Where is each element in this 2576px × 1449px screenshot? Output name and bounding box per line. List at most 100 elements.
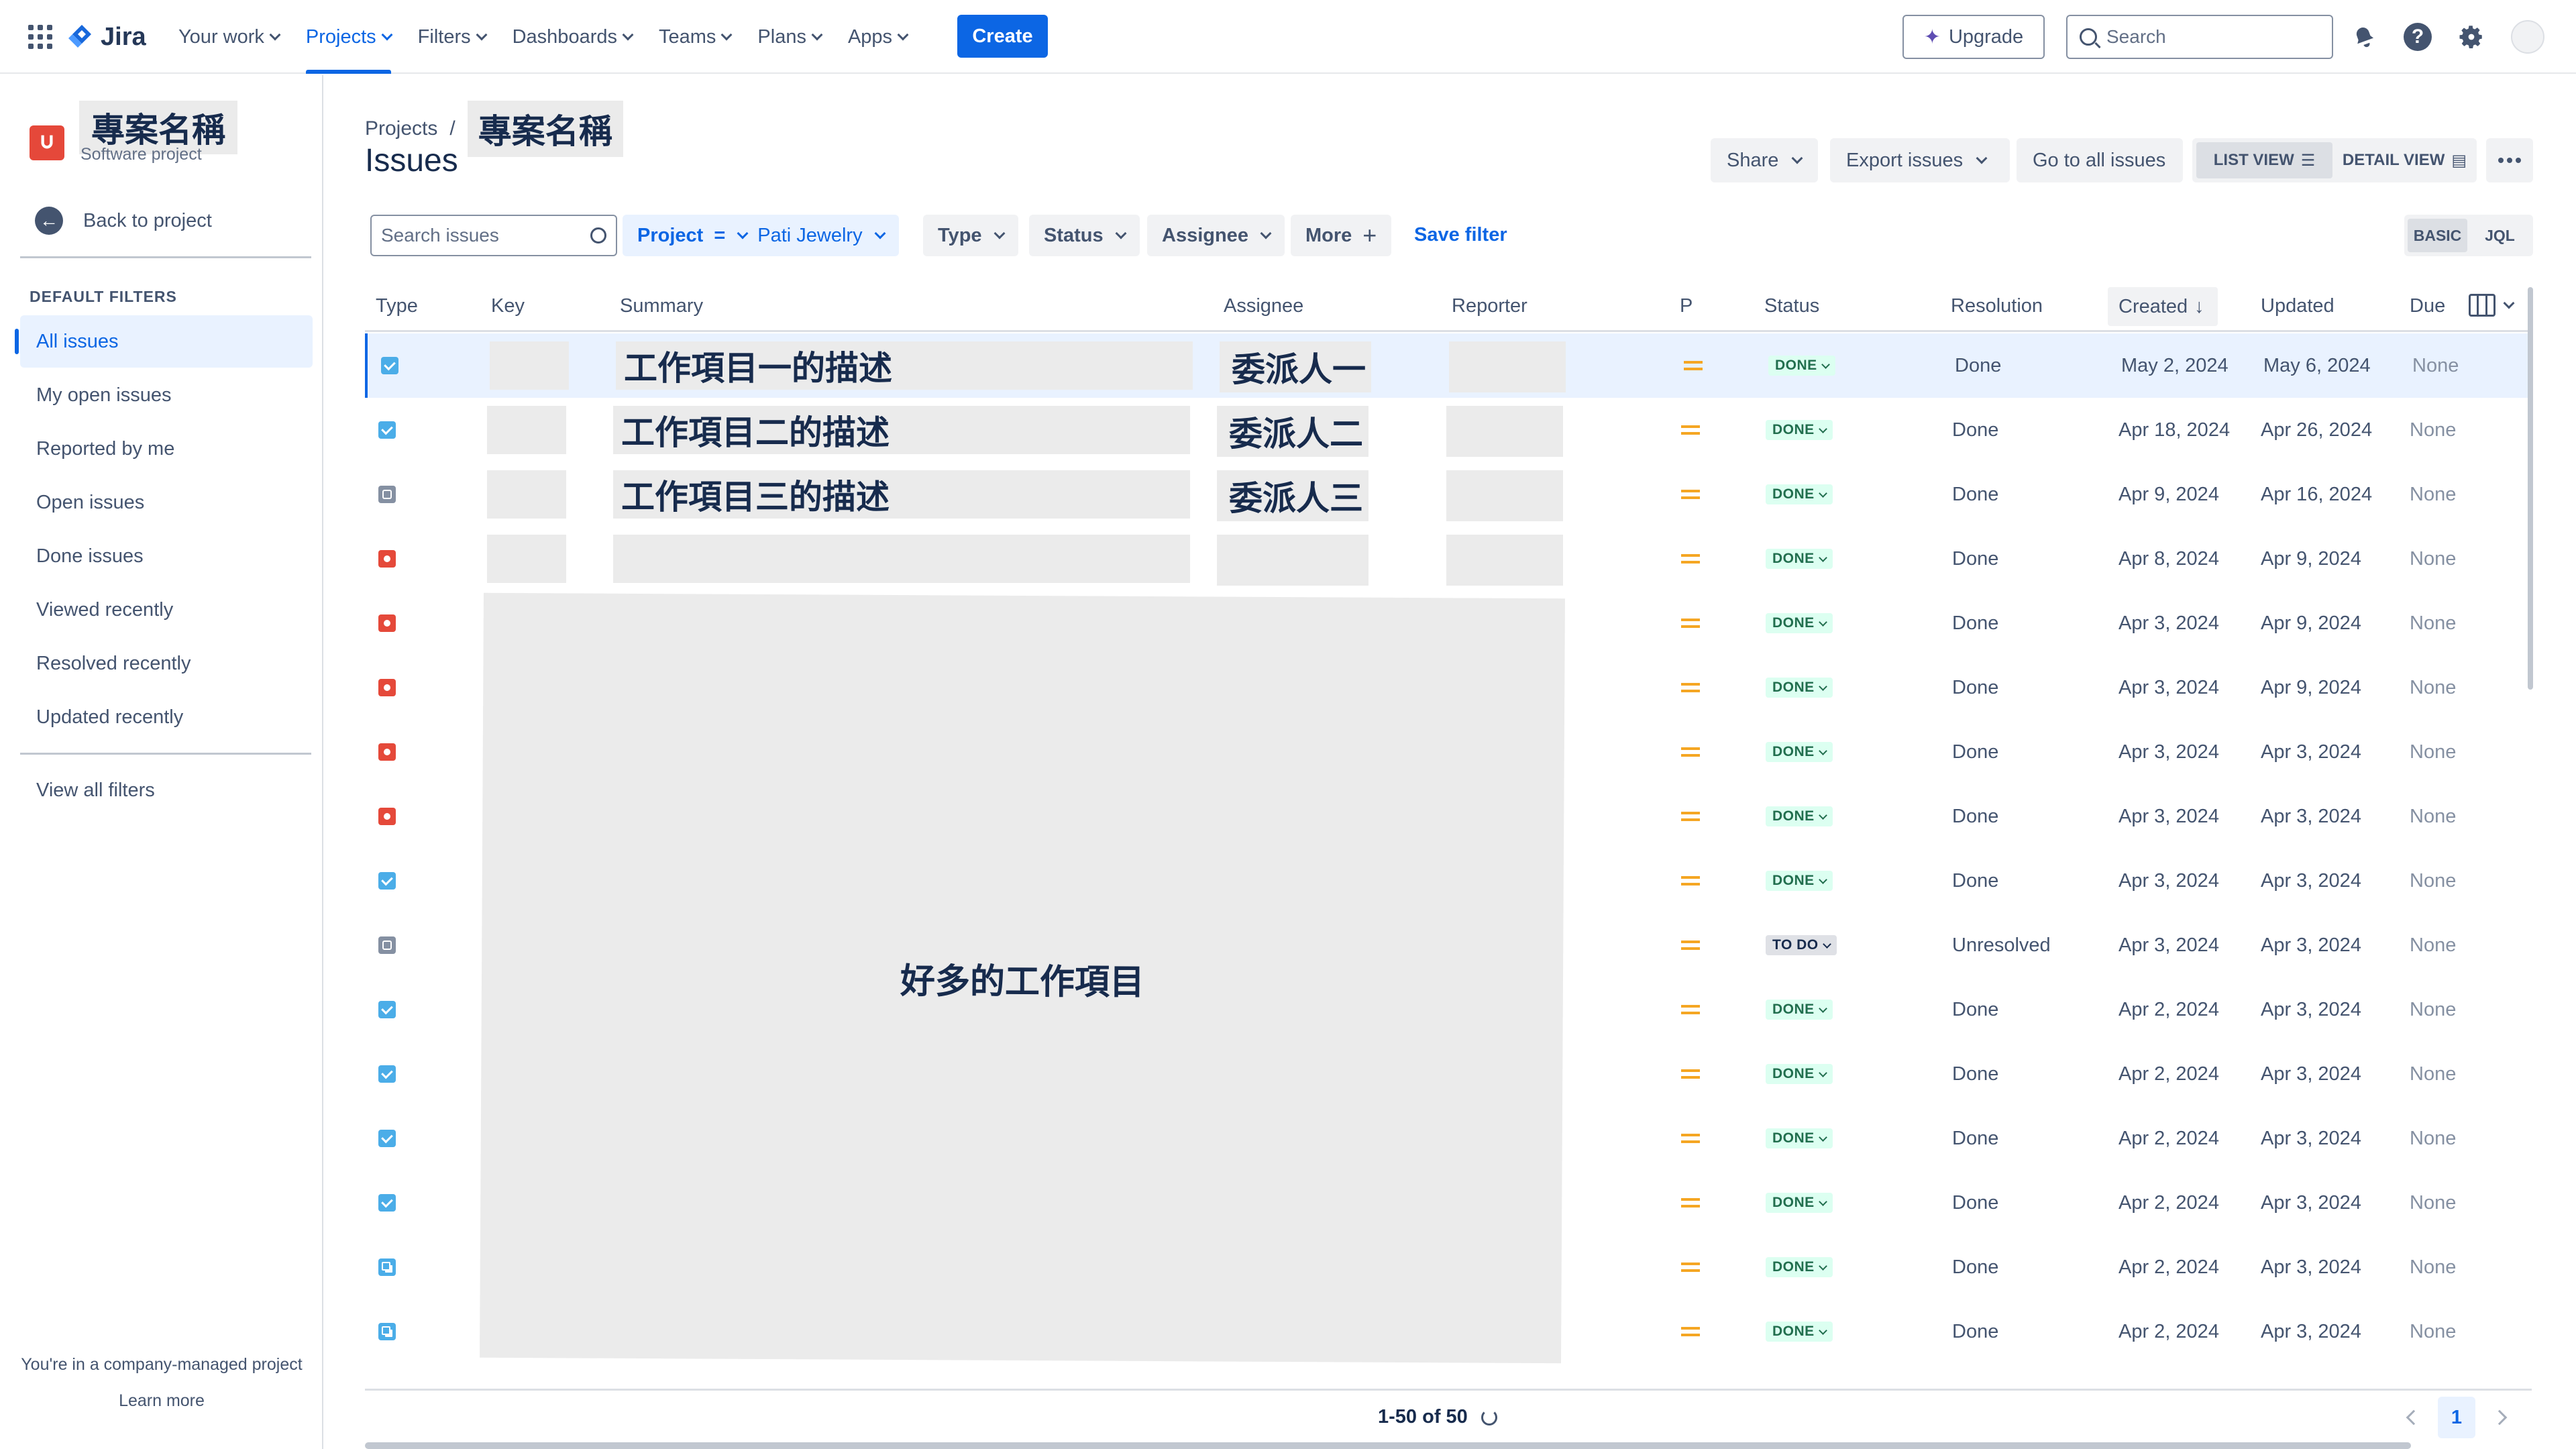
- help-icon[interactable]: ?: [2402, 21, 2434, 53]
- status-cell[interactable]: DONE: [1766, 462, 1833, 527]
- nav-teams[interactable]: Teams: [659, 0, 733, 74]
- export-issues-button[interactable]: Export issues: [1830, 138, 2010, 182]
- status-badge[interactable]: DONE: [1766, 1000, 1833, 1020]
- status-badge[interactable]: DONE: [1766, 1257, 1833, 1277]
- table-row[interactable]: 工作項目三的描述 委派人三 DONE Done Apr 9, 2024 Apr 16, 2…: [365, 462, 2532, 527]
- col-updated[interactable]: Updated: [2261, 295, 2334, 317]
- sidebar-item-my-open-issues[interactable]: My open issues: [20, 369, 313, 421]
- view-all-filters-link[interactable]: View all filters: [20, 764, 313, 816]
- status-badge[interactable]: DONE: [1766, 1322, 1833, 1342]
- status-cell[interactable]: DONE: [1766, 977, 1833, 1042]
- status-cell[interactable]: DONE: [1768, 333, 1835, 398]
- col-summary[interactable]: Summary: [620, 295, 703, 317]
- issue-summary[interactable]: 工作項目三的描述: [613, 470, 1190, 519]
- col-resolution[interactable]: Resolution: [1951, 295, 2043, 317]
- status-badge[interactable]: DONE: [1766, 549, 1833, 569]
- table-row[interactable]: 工作項目一的描述 委派人一 DONE Done May 2, 2024 May 6, 20…: [365, 333, 2532, 398]
- status-cell[interactable]: DONE: [1766, 849, 1833, 913]
- col-status[interactable]: Status: [1764, 295, 1819, 317]
- status-filter-button[interactable]: Status: [1029, 215, 1140, 256]
- user-avatar[interactable]: [2511, 20, 2544, 54]
- status-badge[interactable]: TO DO: [1766, 935, 1837, 955]
- table-row[interactable]: DONE Done Apr 8, 2024 Apr 9, 2024 None: [365, 527, 2532, 591]
- global-search-input[interactable]: Search: [2066, 15, 2333, 59]
- col-created[interactable]: Created ↓: [2108, 287, 2218, 326]
- column-picker-button[interactable]: [2469, 294, 2515, 317]
- sidebar-item-open-issues[interactable]: Open issues: [20, 476, 313, 529]
- app-switcher-icon[interactable]: [28, 25, 52, 49]
- more-actions-icon[interactable]: [2486, 138, 2533, 182]
- status-badge[interactable]: DONE: [1766, 420, 1833, 440]
- col-assignee[interactable]: Assignee: [1224, 295, 1303, 317]
- create-button[interactable]: Create: [957, 15, 1048, 58]
- nav-filters[interactable]: Filters: [418, 0, 488, 74]
- breadcrumb-projects[interactable]: Projects: [365, 117, 437, 140]
- notifications-bell-icon[interactable]: [2348, 21, 2380, 53]
- status-badge[interactable]: DONE: [1766, 613, 1833, 633]
- status-badge[interactable]: DONE: [1766, 484, 1833, 504]
- status-badge[interactable]: DONE: [1766, 1064, 1833, 1084]
- type-filter-button[interactable]: Type: [923, 215, 1018, 256]
- status-badge[interactable]: DONE: [1766, 1193, 1833, 1213]
- status-cell[interactable]: DONE: [1766, 591, 1833, 655]
- nav-plans[interactable]: Plans: [757, 0, 823, 74]
- nav-apps[interactable]: Apps: [848, 0, 909, 74]
- back-to-project-link[interactable]: ← Back to project: [35, 207, 212, 235]
- search-issues-input[interactable]: Search issues: [370, 215, 617, 256]
- more-filters-button[interactable]: More +: [1291, 215, 1392, 256]
- status-cell[interactable]: DONE: [1766, 398, 1833, 462]
- sidebar-item-resolved-recently[interactable]: Resolved recently: [20, 637, 313, 690]
- status-cell[interactable]: DONE: [1766, 1299, 1833, 1364]
- sidebar-item-viewed-recently[interactable]: Viewed recently: [20, 584, 313, 636]
- col-reporter[interactable]: Reporter: [1452, 295, 1527, 317]
- sidebar-item-all-issues[interactable]: All issues: [15, 315, 313, 368]
- issue-summary[interactable]: 工作項目一的描述: [616, 341, 1193, 390]
- learn-more-link[interactable]: Learn more: [0, 1391, 323, 1411]
- status-cell[interactable]: DONE: [1766, 720, 1833, 784]
- basic-mode-button[interactable]: BASIC: [2408, 219, 2467, 252]
- project-filter-operator[interactable]: =: [714, 225, 725, 247]
- list-view-button[interactable]: LIST VIEW ☰: [2196, 142, 2332, 178]
- page-1-button[interactable]: 1: [2438, 1397, 2475, 1438]
- status-cell[interactable]: TO DO: [1766, 913, 1837, 977]
- col-due[interactable]: Due: [2410, 295, 2453, 317]
- table-row[interactable]: 工作項目二的描述 委派人二 DONE Done Apr 18, 2024 Apr 26, …: [365, 398, 2532, 462]
- project-filter-button[interactable]: Project = Pati Jewelry: [623, 215, 899, 256]
- status-badge[interactable]: DONE: [1766, 806, 1833, 826]
- col-type[interactable]: Type: [376, 295, 418, 317]
- status-badge[interactable]: DONE: [1768, 356, 1835, 376]
- status-badge[interactable]: DONE: [1766, 1128, 1833, 1148]
- status-badge[interactable]: DONE: [1766, 678, 1833, 698]
- upgrade-button[interactable]: ✦ Upgrade: [1902, 15, 2045, 59]
- next-page-icon[interactable]: [2491, 1409, 2508, 1426]
- status-cell[interactable]: DONE: [1766, 1171, 1833, 1235]
- col-key[interactable]: Key: [491, 295, 525, 317]
- sidebar-item-updated-recently[interactable]: Updated recently: [20, 691, 313, 743]
- status-badge[interactable]: DONE: [1766, 742, 1833, 762]
- status-cell[interactable]: DONE: [1766, 1235, 1833, 1299]
- sidebar-item-reported-by-me[interactable]: Reported by me: [20, 423, 313, 475]
- status-badge[interactable]: DONE: [1766, 871, 1833, 891]
- save-filter-link[interactable]: Save filter: [1414, 224, 1507, 246]
- issue-summary[interactable]: 工作項目二的描述: [613, 406, 1190, 454]
- status-cell[interactable]: DONE: [1766, 527, 1833, 591]
- sidebar-item-done-issues[interactable]: Done issues: [20, 530, 313, 582]
- refresh-icon[interactable]: [1481, 1409, 1497, 1426]
- status-cell[interactable]: DONE: [1766, 1106, 1833, 1171]
- horizontal-scrollbar[interactable]: [365, 1442, 2411, 1449]
- previous-page-icon[interactable]: [2406, 1409, 2422, 1426]
- issue-summary[interactable]: [613, 535, 1190, 583]
- jira-logo[interactable]: Jira: [68, 20, 146, 54]
- status-cell[interactable]: DONE: [1766, 1042, 1833, 1106]
- settings-gear-icon[interactable]: [2455, 21, 2487, 53]
- vertical-scrollbar[interactable]: [2528, 287, 2533, 690]
- share-button[interactable]: Share: [1711, 138, 1818, 182]
- assignee-filter-button[interactable]: Assignee: [1147, 215, 1285, 256]
- detail-view-button[interactable]: DETAIL VIEW ▤: [2337, 142, 2473, 178]
- nav-projects[interactable]: Projects: [305, 0, 393, 74]
- go-to-all-issues-button[interactable]: Go to all issues: [2017, 138, 2183, 182]
- col-priority[interactable]: P: [1680, 295, 1693, 317]
- nav-your-work[interactable]: Your work: [178, 0, 281, 74]
- status-cell[interactable]: DONE: [1766, 655, 1833, 720]
- nav-dashboards[interactable]: Dashboards: [513, 0, 634, 74]
